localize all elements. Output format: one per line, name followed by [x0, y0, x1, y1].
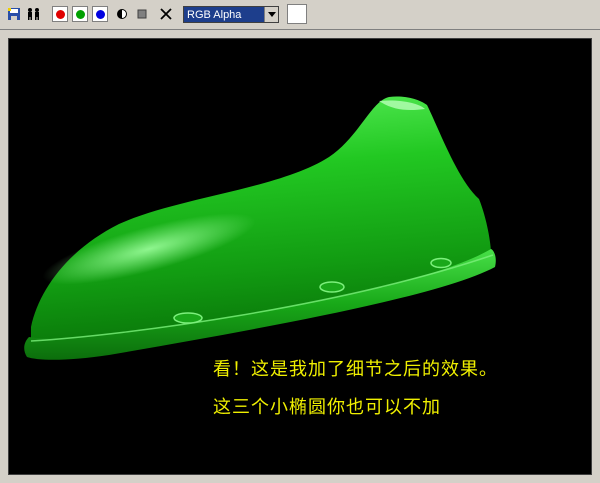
green-channel-icon[interactable] [72, 6, 88, 22]
detail-ellipse-3 [430, 257, 452, 269]
red-channel-icon[interactable] [52, 6, 68, 22]
blue-channel-icon[interactable] [92, 6, 108, 22]
detail-ellipse-2 [319, 281, 345, 293]
channel-select-value: RGB Alpha [187, 9, 242, 21]
detail-ellipse-1 [173, 312, 203, 324]
red-channel-dot [55, 9, 65, 19]
caption-line-2: 这三个小椭圆你也可以不加 [213, 397, 441, 418]
background-color-swatch[interactable] [287, 4, 307, 24]
clone-icon[interactable] [26, 6, 42, 22]
clear-icon[interactable] [158, 6, 174, 22]
mono-icon[interactable] [134, 6, 150, 22]
render-frame-toolbar: RGB Alpha [0, 0, 600, 30]
caption-line-1: 看！这是我加了细节之后的效果。 [213, 359, 498, 380]
channel-select[interactable]: RGB Alpha [183, 6, 279, 23]
rendered-image-viewport: 看！这是我加了细节之后的效果。 这三个小椭圆你也可以不加 [8, 38, 592, 475]
render-frame: 看！这是我加了细节之后的效果。 这三个小椭圆你也可以不加 [0, 30, 600, 483]
save-icon[interactable] [6, 6, 22, 22]
model-body [31, 96, 491, 343]
green-channel-dot [75, 9, 85, 19]
alpha-toggle-icon[interactable] [114, 6, 130, 22]
dropdown-arrow-icon[interactable] [264, 7, 278, 22]
blue-channel-dot [95, 9, 105, 19]
